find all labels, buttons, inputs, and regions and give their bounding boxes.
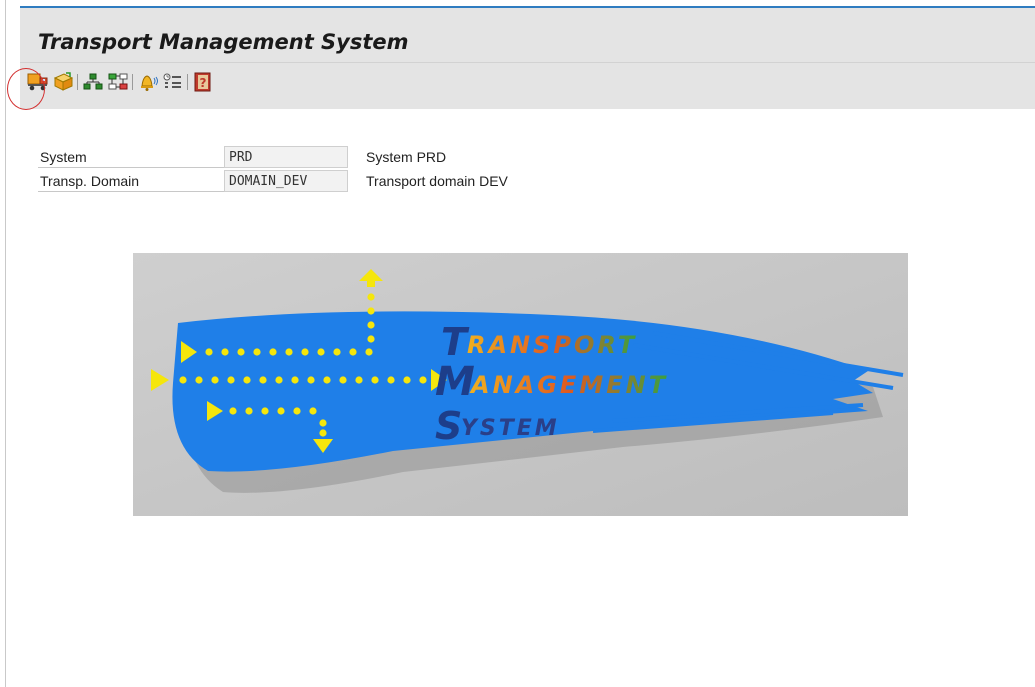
svg-text:YSTEM: YSTEM xyxy=(461,416,560,441)
tms-logo-image: T RANSPORT M ANAGEMENT S YSTEM xyxy=(133,253,908,516)
toolbar-separator xyxy=(187,74,188,90)
svg-text:ANAGEMENT: ANAGEMENT xyxy=(469,371,668,399)
toolbar-separator xyxy=(77,74,78,90)
list-icon xyxy=(163,73,181,88)
help-book-icon: ? xyxy=(194,72,211,92)
system-overview-button[interactable] xyxy=(81,70,105,94)
transport-domain-label: Transp. Domain xyxy=(38,170,224,192)
transport-routes-editor-button[interactable] xyxy=(106,70,130,94)
system-label: System xyxy=(38,146,224,168)
transport-domain-value-field: DOMAIN_DEV xyxy=(224,170,348,192)
bell-icon xyxy=(141,75,158,91)
svg-text:RANSPORT: RANSPORT xyxy=(467,331,637,359)
transport-routes-button[interactable] xyxy=(26,70,50,94)
page-title: Transport Management System xyxy=(38,30,409,54)
toolbar-separator xyxy=(132,74,133,90)
svg-text:?: ? xyxy=(200,76,207,90)
svg-text:T: T xyxy=(441,320,470,364)
header-area: Transport Management System ? xyxy=(20,8,1035,109)
help-button[interactable]: ? xyxy=(191,70,215,94)
import-icon xyxy=(53,72,74,91)
svg-text:S: S xyxy=(435,404,462,448)
transport-domain-description: Transport domain DEV xyxy=(366,173,508,189)
tms-logo-banner: T RANSPORT M ANAGEMENT S YSTEM xyxy=(133,253,908,516)
window-left-border xyxy=(5,0,6,687)
system-value-field: PRD xyxy=(224,146,348,168)
import-overview-button[interactable] xyxy=(51,70,75,94)
svg-text:M: M xyxy=(435,359,475,405)
tms-alert-viewer-button[interactable] xyxy=(161,70,185,94)
network-icon xyxy=(108,73,128,90)
truck-icon xyxy=(27,73,48,91)
system-description: System PRD xyxy=(366,149,447,165)
alert-monitor-button[interactable] xyxy=(136,70,160,94)
system-tree-icon xyxy=(83,73,103,90)
title-divider xyxy=(20,62,1035,63)
